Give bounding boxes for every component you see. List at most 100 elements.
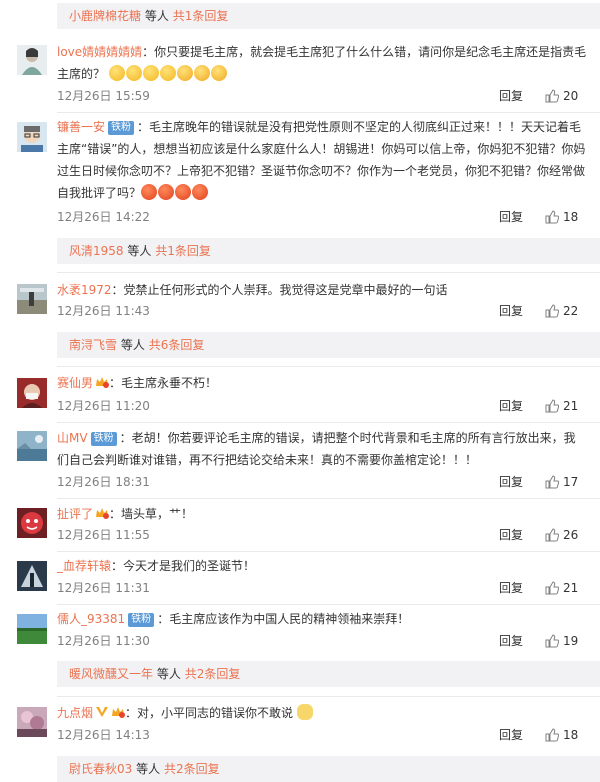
reply-summary[interactable]: 尉氏春秋03 等人 共2条回复 (57, 756, 600, 782)
comment-body: ：墙头草，艹！ (109, 507, 194, 521)
vip-crown-icon (96, 377, 110, 388)
comment-time: 12月26日 11:20 (57, 399, 150, 413)
avatar[interactable] (17, 508, 47, 538)
avatar[interactable] (17, 378, 47, 408)
reply-button[interactable]: 回复 (499, 526, 523, 544)
comment-time: 12月26日 11:55 (57, 528, 150, 542)
comment-text: 镰善一安 铁粉 ：毛主席晚年的错误就是没有把党性原则不坚定的人彻底纠正过来！！！天天… (57, 116, 587, 204)
avatar[interactable] (17, 284, 47, 314)
like-count: 21 (563, 399, 579, 413)
reply-summary[interactable]: 风清1958 等人 共1条回复 (57, 238, 600, 264)
comment-text: 扯评了 ：墙头草，艹！ (57, 503, 587, 525)
comment-username[interactable]: 山MV (57, 431, 88, 445)
reply-summary-etc: 等人 (127, 244, 152, 258)
reply-summary-count[interactable]: 共2条回复 (164, 762, 220, 776)
comment-time: 12月26日 11:30 (57, 634, 150, 648)
like-count: 17 (563, 475, 579, 489)
laugh-emoji-icon (125, 65, 142, 81)
divider (57, 366, 600, 367)
reply-button[interactable]: 回复 (499, 397, 523, 415)
thumbs-up-icon[interactable] (545, 475, 559, 489)
comment-time: 12月26日 14:13 (57, 728, 150, 742)
comment-text: 山MV 铁粉 ：老胡！你若要评论毛主席的错误，请把整个时代背景和毛主席的所有言行放出… (57, 427, 587, 471)
thumbs-up-icon[interactable] (545, 634, 559, 648)
comment-meta: 12月26日 18:31 回复 17 (57, 473, 579, 491)
comment-body: ：今天才是我们的圣诞节！ (111, 559, 256, 573)
thumbs-up-icon[interactable] (545, 399, 559, 413)
cry-emoji-icon (193, 65, 210, 81)
reply-summary-user[interactable]: 风清1958 (69, 244, 124, 258)
comment-time: 12月26日 11:43 (57, 304, 150, 318)
thumbs-up-icon[interactable] (545, 210, 559, 224)
thumbs-up-icon[interactable] (545, 581, 559, 595)
comment-username[interactable]: 九点烟 (57, 706, 93, 720)
comment-text: love婧婧婧婧婧：你只要提毛主席，就会提毛主席犯了什么什么错，请问你是纪念毛主… (57, 41, 587, 85)
reply-button[interactable]: 回复 (499, 726, 523, 744)
reply-summary-count[interactable]: 共1条回复 (173, 9, 229, 23)
like-count: 18 (563, 210, 579, 224)
divider (57, 112, 600, 113)
avatar[interactable] (17, 614, 47, 644)
reply-button[interactable]: 回复 (499, 208, 523, 226)
reply-button[interactable]: 回复 (499, 87, 523, 105)
laugh-emoji-icon (108, 65, 125, 81)
comment-text: 儒人_93381 铁粉 ：毛主席应该作为中国人民的精神领袖来崇拜！ (57, 608, 587, 630)
comment-username[interactable]: 扯评了 (57, 507, 93, 521)
like-count: 19 (563, 634, 579, 648)
vip-crown-icon (112, 707, 126, 718)
reply-button[interactable]: 回复 (499, 579, 523, 597)
divider (57, 422, 600, 423)
reply-summary-user[interactable]: 南浔飞雪 (69, 338, 117, 352)
like-count: 18 (563, 728, 579, 742)
comment-username[interactable]: 镰善一安 (57, 120, 105, 134)
reply-summary[interactable]: 南浔飞雪 等人 共6条回复 (57, 332, 600, 358)
reply-summary-count[interactable]: 共1条回复 (155, 244, 211, 258)
comment-time: 12月26日 11:31 (57, 581, 150, 595)
comment-username[interactable]: 水袤1972 (57, 283, 112, 297)
cat-emoji-icon (296, 704, 313, 720)
reply-summary[interactable]: 小鹿牌棉花糖 等人 共1条回复 (57, 3, 600, 29)
comment-time: 12月26日 15:59 (57, 89, 150, 103)
reply-summary-count[interactable]: 共6条回复 (149, 338, 205, 352)
avatar[interactable] (17, 707, 47, 737)
comment-username[interactable]: _血荐轩辕 (57, 559, 111, 573)
reply-button[interactable]: 回复 (499, 473, 523, 491)
comment-body: ：毛主席晚年的错误就是没有把党性原则不坚定的人彻底纠正过来！！！天天记着毛主席“… (57, 120, 586, 200)
comment-time: 12月26日 18:31 (57, 475, 150, 489)
comment-body: ：毛主席应该作为中国人民的精神领袖来崇拜！ (157, 612, 410, 626)
avatar[interactable] (17, 45, 47, 75)
divider (57, 498, 600, 499)
comment-meta: 12月26日 11:55 回复 26 (57, 526, 578, 544)
comment-username[interactable]: 儒人_93381 (57, 612, 125, 626)
comment-text: 水袤1972：党禁止任何形式的个人崇拜。我觉得这是党章中最好的一句话 (57, 279, 587, 301)
cry-emoji-icon (176, 65, 193, 81)
laugh-emoji-icon (142, 65, 159, 81)
reply-summary-user[interactable]: 小鹿牌棉花糖 (69, 9, 141, 23)
comment-feed: 小鹿牌棉花糖 等人 共1条回复 love婧婧婧婧婧：你只要提毛主席，就会提毛主席… (0, 0, 600, 782)
reply-summary-count[interactable]: 共2条回复 (185, 667, 241, 681)
reply-summary[interactable]: 暖风微醺又一年 等人 共2条回复 (57, 661, 600, 687)
cry-emoji-icon (210, 65, 227, 81)
reply-summary-user[interactable]: 暖风微醺又一年 (69, 667, 153, 681)
avatar[interactable] (17, 431, 47, 461)
reply-summary-user[interactable]: 尉氏春秋03 (69, 762, 132, 776)
comment-text: 赛仙男 ：毛主席永垂不朽！ (57, 372, 587, 394)
reply-summary-etc: 等人 (156, 667, 181, 681)
thumbs-up-icon[interactable] (545, 728, 559, 742)
comment-body: ：对，小平同志的错误你不敢说 (125, 706, 294, 720)
reply-button[interactable]: 回复 (499, 632, 523, 650)
comment-meta: 12月26日 14:22 回复 18 (57, 208, 579, 226)
divider (57, 272, 600, 273)
comment-username[interactable]: love婧婧婧婧婧 (57, 45, 142, 59)
avatar[interactable] (17, 122, 47, 152)
comment-meta: 12月26日 15:59 回复 20 (57, 87, 578, 105)
thumbs-up-icon[interactable] (545, 528, 559, 542)
avatar[interactable] (17, 561, 47, 591)
thumbs-up-icon[interactable] (545, 89, 559, 103)
vip-crown-icon (96, 508, 110, 519)
comment-username[interactable]: 赛仙男 (57, 376, 93, 390)
reply-button[interactable]: 回复 (499, 302, 523, 320)
fan-badge: 铁粉 (108, 121, 135, 135)
thumbs-up-icon[interactable] (545, 304, 559, 318)
angry-emoji-icon (158, 184, 175, 200)
